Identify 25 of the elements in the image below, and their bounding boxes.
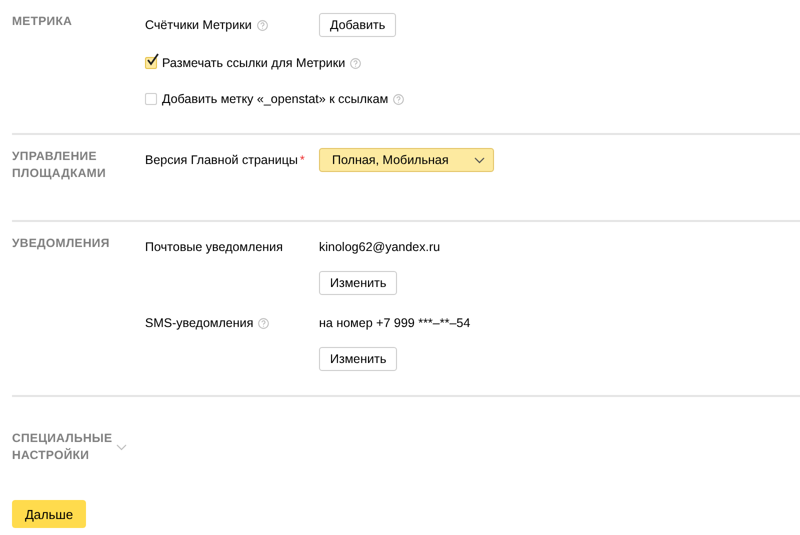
section-heading: МЕТРИКА xyxy=(12,13,74,30)
field-label: Почтовые уведомления xyxy=(145,239,283,256)
change-button[interactable]: Изменить xyxy=(319,347,398,371)
next-button[interactable]: Дальше xyxy=(12,500,86,528)
chevron-icon[interactable] xyxy=(116,444,127,450)
field-label: Счётчики Метрики xyxy=(145,17,252,34)
chevron-icon xyxy=(474,156,485,164)
field-label: SMS-уведомления xyxy=(145,315,254,332)
contact-value: на номер +7 999 ***–**–54 xyxy=(319,315,470,332)
version-dropdown[interactable]: Полная, Мобильная xyxy=(319,148,494,172)
help-icon[interactable] xyxy=(258,318,270,328)
checkbox-label: Добавить метку «_openstat» к ссылкам xyxy=(162,91,388,108)
help-icon[interactable] xyxy=(393,94,404,104)
change-button[interactable]: Изменить xyxy=(319,271,398,295)
checkbox[interactable] xyxy=(145,93,157,105)
section-heading[interactable]: СПЕЦИАЛЬНЫЕ НАСТРОЙКИ xyxy=(12,430,122,464)
contact-value: kinolog62@yandex.ru xyxy=(319,239,440,256)
section-heading: УПРАВЛЕНИЕ ПЛОЩАДКАМИ xyxy=(12,148,107,182)
help-icon[interactable] xyxy=(350,58,362,68)
add-button[interactable]: Добавить xyxy=(319,13,396,37)
help-icon[interactable] xyxy=(256,20,268,30)
field-label: Версия Главной страницы xyxy=(145,152,298,169)
checkbox-label: Размечать ссылки для Метрики xyxy=(162,55,346,72)
section-heading: УВЕДОМЛЕНИЯ xyxy=(12,235,111,252)
required-mark: * xyxy=(300,152,305,169)
